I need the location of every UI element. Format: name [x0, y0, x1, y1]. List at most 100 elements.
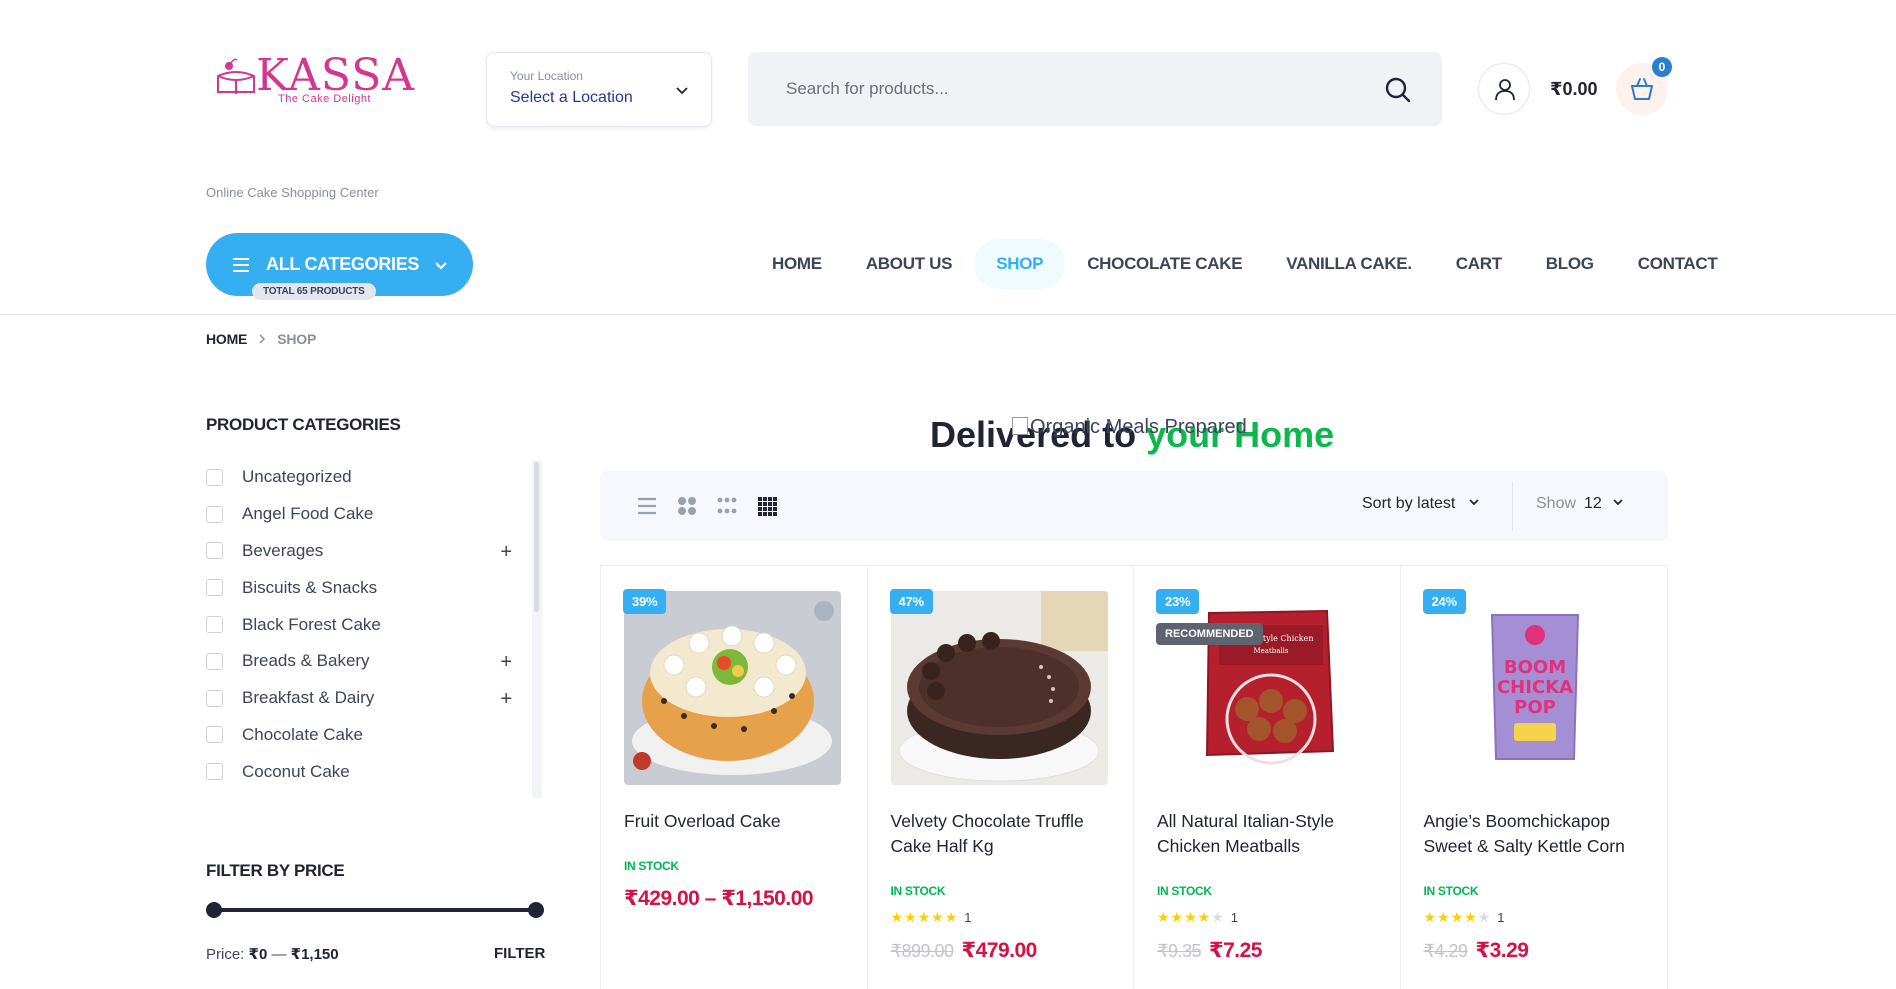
price-old: ₹9.35: [1157, 941, 1202, 961]
category-item[interactable]: Chocolate Cake: [206, 717, 542, 754]
sort-dropdown[interactable]: Sort by latest: [1362, 495, 1480, 513]
category-item[interactable]: Uncategorized: [206, 459, 542, 496]
grid-4-view-icon[interactable]: [756, 495, 778, 517]
stock-status: IN STOCK: [1423, 884, 1479, 898]
chevron-down-icon: [676, 87, 688, 95]
category-label: Breakfast & Dairy: [242, 688, 375, 708]
star-rating: ★★★★★ 1: [1424, 909, 1505, 926]
price-slider[interactable]: [206, 902, 544, 918]
category-checkbox[interactable]: [206, 726, 223, 744]
site-logo[interactable]: KASSA The Cake Delight: [214, 48, 414, 108]
nav-chocolate-cake[interactable]: CHOCOLATE CAKE: [1065, 239, 1264, 289]
expand-icon[interactable]: +: [500, 651, 512, 674]
product-image[interactable]: Italian-Style Chicken Meatballs: [1157, 591, 1374, 785]
star-rating: ★★★★★ 1: [1157, 909, 1238, 926]
category-checkbox[interactable]: [206, 542, 223, 560]
product-card[interactable]: 47% Velvety Chocolate Truffle Cake Half …: [868, 566, 1134, 989]
nav-cart[interactable]: CART: [1434, 239, 1524, 289]
breadcrumb-home[interactable]: HOME: [206, 331, 247, 347]
category-item[interactable]: Biscuits & Snacks: [206, 569, 542, 606]
search-icon[interactable]: [1384, 76, 1412, 104]
category-checkbox[interactable]: [206, 763, 223, 781]
product-name[interactable]: Velvety Chocolate Truffle Cake Half Kg: [891, 809, 1119, 859]
chevron-down-icon: [1613, 499, 1623, 506]
category-checkbox[interactable]: [206, 652, 223, 670]
category-label: Chocolate Cake: [242, 724, 363, 744]
bag-text-2: CHICKA: [1496, 677, 1572, 698]
price-current: ₹479.00: [961, 939, 1038, 962]
category-label: Uncategorized: [242, 467, 352, 487]
cart-total[interactable]: ₹0.00: [1550, 79, 1598, 100]
discount-badge: 24%: [1422, 589, 1466, 614]
search-bar: [748, 52, 1442, 126]
price-current: ₹429.00 – ₹1,150.00: [624, 887, 814, 910]
price-range-label: Price: ₹0 — ₹1,150: [206, 945, 339, 963]
show-value: 12: [1584, 495, 1602, 512]
category-item[interactable]: Breads & Bakery +: [206, 643, 542, 680]
category-label: Black Forest Cake: [242, 614, 381, 634]
product-image[interactable]: [890, 591, 1108, 785]
grid-3-view-icon[interactable]: [716, 495, 738, 517]
nav-blog[interactable]: BLOG: [1524, 239, 1616, 289]
price-current: ₹7.25: [1209, 939, 1262, 962]
product-price: ₹429.00 – ₹1,150.00: [624, 886, 814, 911]
product-name[interactable]: Angie’s Boomchickapop Sweet & Salty Kett…: [1424, 809, 1652, 859]
category-checkbox[interactable]: [206, 689, 223, 707]
category-checkbox[interactable]: [206, 468, 223, 486]
cake-logo-icon: [217, 58, 255, 94]
filter-button[interactable]: FILTER: [494, 945, 545, 962]
account-button[interactable]: [1478, 63, 1530, 115]
product-card[interactable]: 24% BOOM CHICKA POP Angie’s Boomchickapo…: [1401, 566, 1668, 989]
all-categories-button[interactable]: ALL CATEGORIES TOTAL 65 PRODUCTS: [206, 233, 473, 300]
all-categories-label: ALL CATEGORIES: [266, 254, 420, 274]
toolbar-separator: [1512, 481, 1513, 531]
stock-status: IN STOCK: [890, 884, 946, 898]
category-item[interactable]: Breakfast & Dairy +: [206, 680, 542, 717]
search-input[interactable]: [786, 52, 1346, 126]
price-slider-max-handle[interactable]: [528, 902, 544, 918]
product-name[interactable]: All Natural Italian-Style Chicken Meatba…: [1157, 809, 1385, 859]
shop-toolbar: Sort by latest Show 12: [600, 471, 1668, 541]
product-image[interactable]: BOOM CHICKA POP: [1423, 591, 1641, 785]
scrollbar-thumb[interactable]: [534, 462, 539, 612]
main-nav: HOME ABOUT US SHOP CHOCOLATE CAKE VANILL…: [750, 237, 1739, 291]
sort-label: Sort by latest: [1362, 495, 1456, 512]
nav-shop[interactable]: SHOP: [974, 239, 1066, 289]
category-item[interactable]: Angel Food Cake: [206, 496, 542, 533]
category-item[interactable]: Beverages +: [206, 533, 542, 570]
grid-2-view-icon[interactable]: [676, 495, 698, 517]
nav-about-us[interactable]: ABOUT US: [844, 239, 974, 289]
category-checkbox[interactable]: [206, 505, 223, 523]
product-card[interactable]: 39% Fruit Overload Cake IN STOCK ₹429.00…: [601, 566, 868, 989]
category-label: Angel Food Cake: [242, 504, 374, 524]
category-label: Biscuits & Snacks: [242, 577, 378, 597]
header-divider: [0, 314, 1896, 315]
logo-subtitle: The Cake Delight: [278, 93, 371, 105]
price-dash: —: [271, 946, 287, 963]
category-checkbox[interactable]: [206, 579, 223, 597]
product-price: ₹899.00 ₹479.00: [891, 938, 1038, 963]
category-item[interactable]: Coconut Cake: [206, 753, 542, 790]
cart-button[interactable]: 0: [1616, 57, 1672, 115]
show-count-dropdown[interactable]: Show 12: [1536, 495, 1624, 513]
category-scrollbar[interactable]: [532, 460, 542, 798]
product-card[interactable]: 23% RECOMMENDED Italian-Style Chicken Me…: [1134, 566, 1401, 989]
price-slider-min-handle[interactable]: [206, 902, 222, 918]
cart-count-badge: 0: [1652, 57, 1672, 77]
category-checkbox[interactable]: [206, 616, 223, 634]
expand-icon[interactable]: +: [500, 541, 512, 564]
nav-contact[interactable]: CONTACT: [1616, 239, 1740, 289]
nav-vanilla-cake[interactable]: VANILLA CAKE.: [1264, 239, 1434, 289]
nav-home[interactable]: HOME: [750, 239, 844, 289]
expand-icon[interactable]: +: [500, 688, 512, 711]
category-label: Coconut Cake: [242, 761, 350, 781]
bag-text-1: BOOM: [1503, 657, 1565, 678]
chevron-down-icon: [435, 262, 447, 270]
location-selector[interactable]: Your Location Select a Location: [486, 52, 712, 127]
product-name[interactable]: Fruit Overload Cake: [624, 809, 852, 834]
promo-banner: Delivered to your Home Organic Meals Pre…: [930, 410, 1350, 460]
list-view-icon[interactable]: [636, 495, 658, 517]
category-item[interactable]: Black Forest Cake: [206, 606, 542, 643]
product-image[interactable]: [624, 591, 841, 785]
recommended-badge: RECOMMENDED: [1156, 623, 1263, 645]
